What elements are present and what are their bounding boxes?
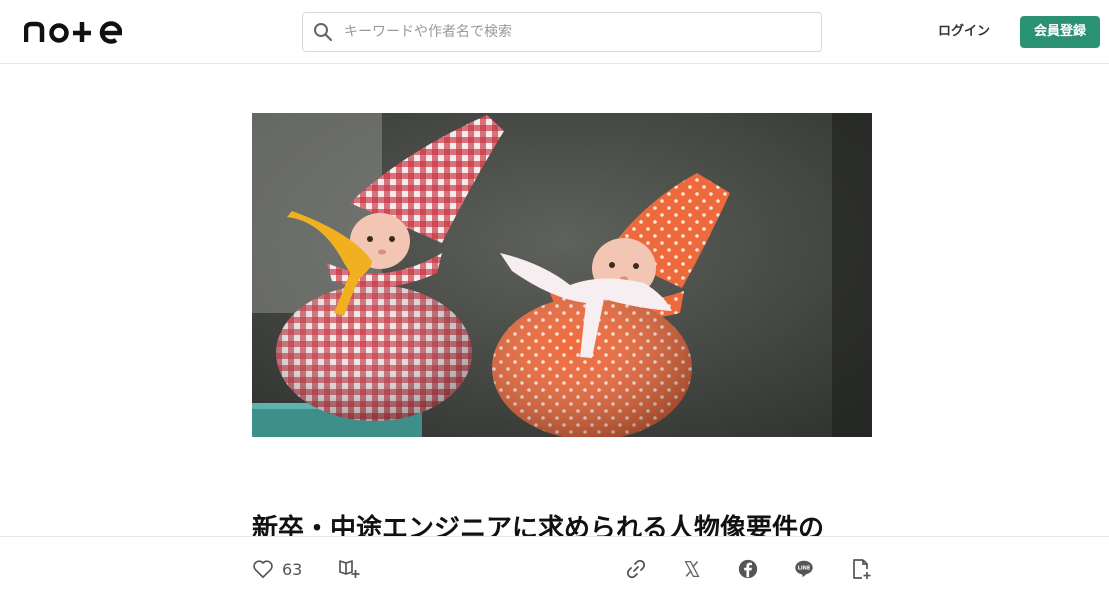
share-facebook-button[interactable] bbox=[737, 557, 759, 581]
login-button[interactable]: ログイン bbox=[924, 18, 1004, 46]
svg-text:LINE: LINE bbox=[798, 566, 811, 572]
note-logo-mark bbox=[24, 21, 122, 44]
share-x-button[interactable] bbox=[681, 557, 703, 581]
signup-button[interactable]: 会員登録 bbox=[1020, 16, 1100, 48]
copy-link-button[interactable] bbox=[624, 557, 648, 581]
note-add-icon bbox=[849, 557, 873, 581]
like-count: 63 bbox=[282, 559, 303, 579]
search-input[interactable] bbox=[344, 24, 784, 40]
heart-icon bbox=[252, 558, 274, 580]
facebook-icon bbox=[737, 558, 759, 580]
add-to-magazine-button[interactable] bbox=[337, 557, 361, 581]
note-logo[interactable] bbox=[24, 18, 122, 46]
magazine-add-icon bbox=[337, 557, 361, 581]
like-button[interactable]: 63 bbox=[252, 557, 302, 581]
line-icon: LINE bbox=[793, 558, 815, 580]
search-icon bbox=[312, 21, 334, 43]
share-line-button[interactable]: LINE bbox=[793, 557, 815, 581]
article-hero-image bbox=[252, 113, 872, 437]
x-icon bbox=[681, 558, 703, 580]
search-box[interactable] bbox=[302, 12, 822, 52]
link-icon bbox=[624, 557, 648, 581]
article-action-bar: 63 LINE bbox=[0, 536, 1109, 600]
site-header: ログイン 会員登録 bbox=[0, 0, 1109, 64]
add-note-button[interactable] bbox=[849, 557, 873, 581]
